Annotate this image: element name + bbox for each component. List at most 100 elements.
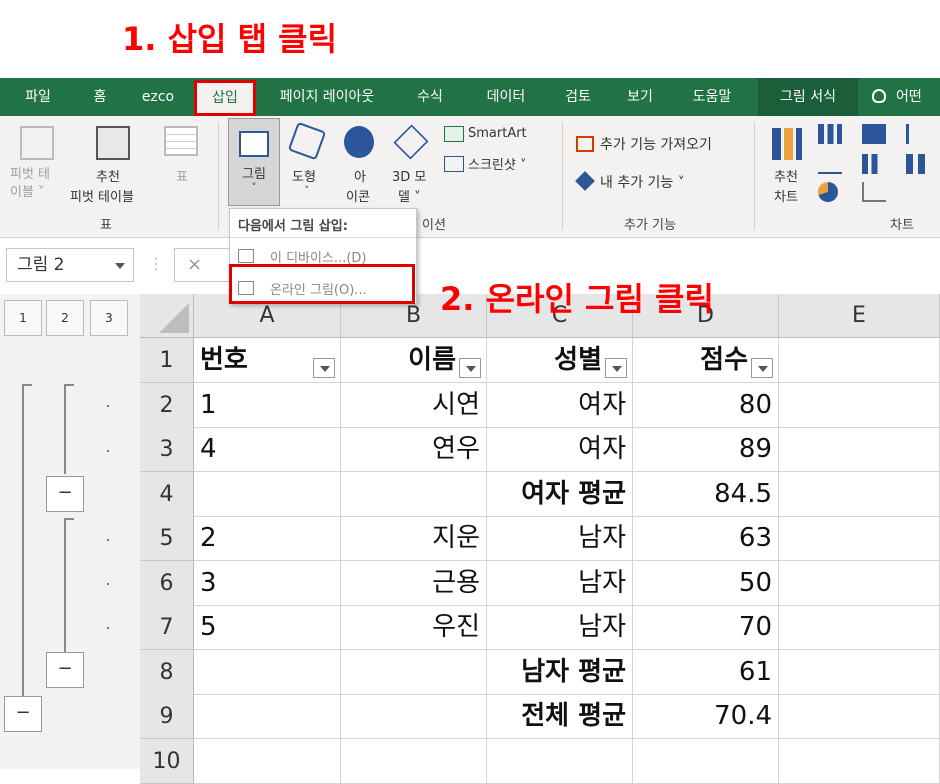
get-addins-button[interactable]: 추가 기능 가져오기 bbox=[600, 134, 712, 154]
select-all-corner[interactable] bbox=[140, 294, 194, 338]
cell-a9[interactable] bbox=[194, 694, 341, 739]
collapse-group-button[interactable]: − bbox=[46, 476, 84, 512]
row-header[interactable]: 8 bbox=[140, 650, 194, 695]
cell-c6[interactable]: 남자 bbox=[487, 561, 633, 606]
row-header[interactable]: 4 bbox=[140, 472, 194, 517]
cell-d6[interactable]: 50 bbox=[633, 561, 779, 606]
cell-e2[interactable] bbox=[779, 383, 940, 428]
filter-dropdown-icon[interactable] bbox=[313, 358, 335, 378]
cell-e7[interactable] bbox=[779, 605, 940, 650]
tab-help[interactable]: 도움말 bbox=[680, 78, 744, 116]
pivot-table-button[interactable]: 피벗 테 이블 ˅ bbox=[10, 166, 50, 202]
cell-b4[interactable] bbox=[341, 472, 487, 517]
line-chart-icon[interactable] bbox=[818, 154, 842, 174]
cell-a5[interactable]: 2 bbox=[194, 516, 341, 561]
shapes-button[interactable]: 도형 bbox=[292, 166, 316, 185]
row-header[interactable]: 5 bbox=[140, 516, 194, 561]
row-header[interactable]: 9 bbox=[140, 694, 194, 739]
tab-picture-format[interactable]: 그림 서식 bbox=[758, 78, 858, 116]
cell-e9[interactable] bbox=[779, 694, 940, 739]
scatter-chart-icon[interactable] bbox=[862, 182, 886, 202]
outline-level-2-button[interactable]: 2 bbox=[46, 300, 84, 336]
cell-e6[interactable] bbox=[779, 561, 940, 606]
cell-a2[interactable]: 1 bbox=[194, 383, 341, 428]
tab-review[interactable]: 검토 bbox=[552, 78, 604, 116]
row-header[interactable]: 3 bbox=[140, 427, 194, 472]
cell-b5[interactable]: 지운 bbox=[341, 516, 487, 561]
cell-d9[interactable]: 70.4 bbox=[633, 694, 779, 739]
row-header[interactable]: 10 bbox=[140, 739, 194, 784]
cell-c2[interactable]: 여자 bbox=[487, 383, 633, 428]
recommended-pivot-label-2[interactable]: 피벗 테이블 bbox=[70, 186, 134, 205]
name-box[interactable]: 그림 2 bbox=[6, 248, 134, 282]
cell-b2[interactable]: 시연 bbox=[341, 383, 487, 428]
cell-e10[interactable] bbox=[779, 739, 940, 784]
cell-c7[interactable]: 남자 bbox=[487, 605, 633, 650]
combo-chart-icon[interactable] bbox=[906, 154, 930, 174]
row-header[interactable]: 7 bbox=[140, 605, 194, 650]
row-header[interactable]: 6 bbox=[140, 561, 194, 606]
cell-b6[interactable]: 근용 bbox=[341, 561, 487, 606]
cell-e4[interactable] bbox=[779, 472, 940, 517]
icons-button[interactable]: 아 bbox=[354, 166, 366, 185]
screenshot-button[interactable]: 스크린샷 ˅ bbox=[468, 154, 526, 173]
cell-b10[interactable] bbox=[341, 739, 487, 784]
cell-b7[interactable]: 우진 bbox=[341, 605, 487, 650]
cell-c5[interactable]: 남자 bbox=[487, 516, 633, 561]
smartart-button[interactable]: SmartArt bbox=[468, 126, 527, 141]
cell-d5[interactable]: 63 bbox=[633, 516, 779, 561]
row-header[interactable]: 2 bbox=[140, 383, 194, 428]
cell-c8[interactable]: 남자 평균 bbox=[487, 650, 633, 695]
cell-c9[interactable]: 전체 평균 bbox=[487, 694, 633, 739]
tab-file[interactable]: 파일 bbox=[14, 78, 62, 116]
cell-d8[interactable]: 61 bbox=[633, 650, 779, 695]
picture-button[interactable]: 그림 ˅ bbox=[228, 118, 280, 206]
tab-data[interactable]: 데이터 bbox=[474, 78, 538, 116]
3d-models-button[interactable]: 3D 모 bbox=[392, 166, 426, 185]
cell-a4[interactable] bbox=[194, 472, 341, 517]
filter-dropdown-icon[interactable] bbox=[605, 358, 627, 378]
cell-c3[interactable]: 여자 bbox=[487, 427, 633, 472]
collapse-group-button[interactable]: − bbox=[46, 652, 84, 688]
table-button[interactable]: 표 bbox=[176, 166, 188, 185]
cell-d4[interactable]: 84.5 bbox=[633, 472, 779, 517]
recommended-charts-button[interactable]: 추천 bbox=[774, 166, 798, 185]
waterfall-chart-icon[interactable] bbox=[906, 124, 930, 144]
cell-d3[interactable]: 89 bbox=[633, 427, 779, 472]
recommended-pivot-label-1[interactable]: 추천 bbox=[96, 166, 120, 185]
my-addins-button[interactable]: 내 추가 기능 ˅ bbox=[600, 172, 685, 192]
tab-insert[interactable]: 삽입 bbox=[194, 80, 256, 116]
statistic-chart-icon[interactable] bbox=[862, 154, 886, 174]
pie-chart-icon[interactable] bbox=[818, 182, 838, 202]
cell-d2[interactable]: 80 bbox=[633, 383, 779, 428]
cell-a8[interactable] bbox=[194, 650, 341, 695]
cell-b3[interactable]: 연우 bbox=[341, 427, 487, 472]
tab-ezco[interactable]: ezco bbox=[130, 78, 186, 116]
outline-level-3-button[interactable]: 3 bbox=[90, 300, 128, 336]
cell-e8[interactable] bbox=[779, 650, 940, 695]
cell-e5[interactable] bbox=[779, 516, 940, 561]
cell-a3[interactable]: 4 bbox=[194, 427, 341, 472]
hierarchy-chart-icon[interactable] bbox=[862, 124, 886, 144]
cell-e1[interactable] bbox=[779, 338, 940, 383]
cell-a7[interactable]: 5 bbox=[194, 605, 341, 650]
tab-page-layout[interactable]: 페이지 레이아웃 bbox=[264, 78, 390, 116]
tab-home[interactable]: 홈 bbox=[80, 78, 120, 116]
collapse-group-button[interactable]: − bbox=[4, 696, 42, 732]
column-chart-icon[interactable] bbox=[818, 124, 842, 144]
cell-e3[interactable] bbox=[779, 427, 940, 472]
row-header[interactable]: 1 bbox=[140, 338, 194, 383]
cell-b9[interactable] bbox=[341, 694, 487, 739]
cell-a10[interactable] bbox=[194, 739, 341, 784]
filter-dropdown-icon[interactable] bbox=[751, 358, 773, 378]
cell-c10[interactable] bbox=[487, 739, 633, 784]
cancel-formula-button[interactable]: × bbox=[174, 248, 234, 282]
cell-c4[interactable]: 여자 평균 bbox=[487, 472, 633, 517]
filter-dropdown-icon[interactable] bbox=[459, 358, 481, 378]
tab-formulas[interactable]: 수식 bbox=[404, 78, 456, 116]
cell-a6[interactable]: 3 bbox=[194, 561, 341, 606]
cell-d7[interactable]: 70 bbox=[633, 605, 779, 650]
tab-tell-me[interactable]: 어떤 bbox=[872, 78, 940, 116]
cell-b8[interactable] bbox=[341, 650, 487, 695]
tab-view[interactable]: 보기 bbox=[614, 78, 666, 116]
